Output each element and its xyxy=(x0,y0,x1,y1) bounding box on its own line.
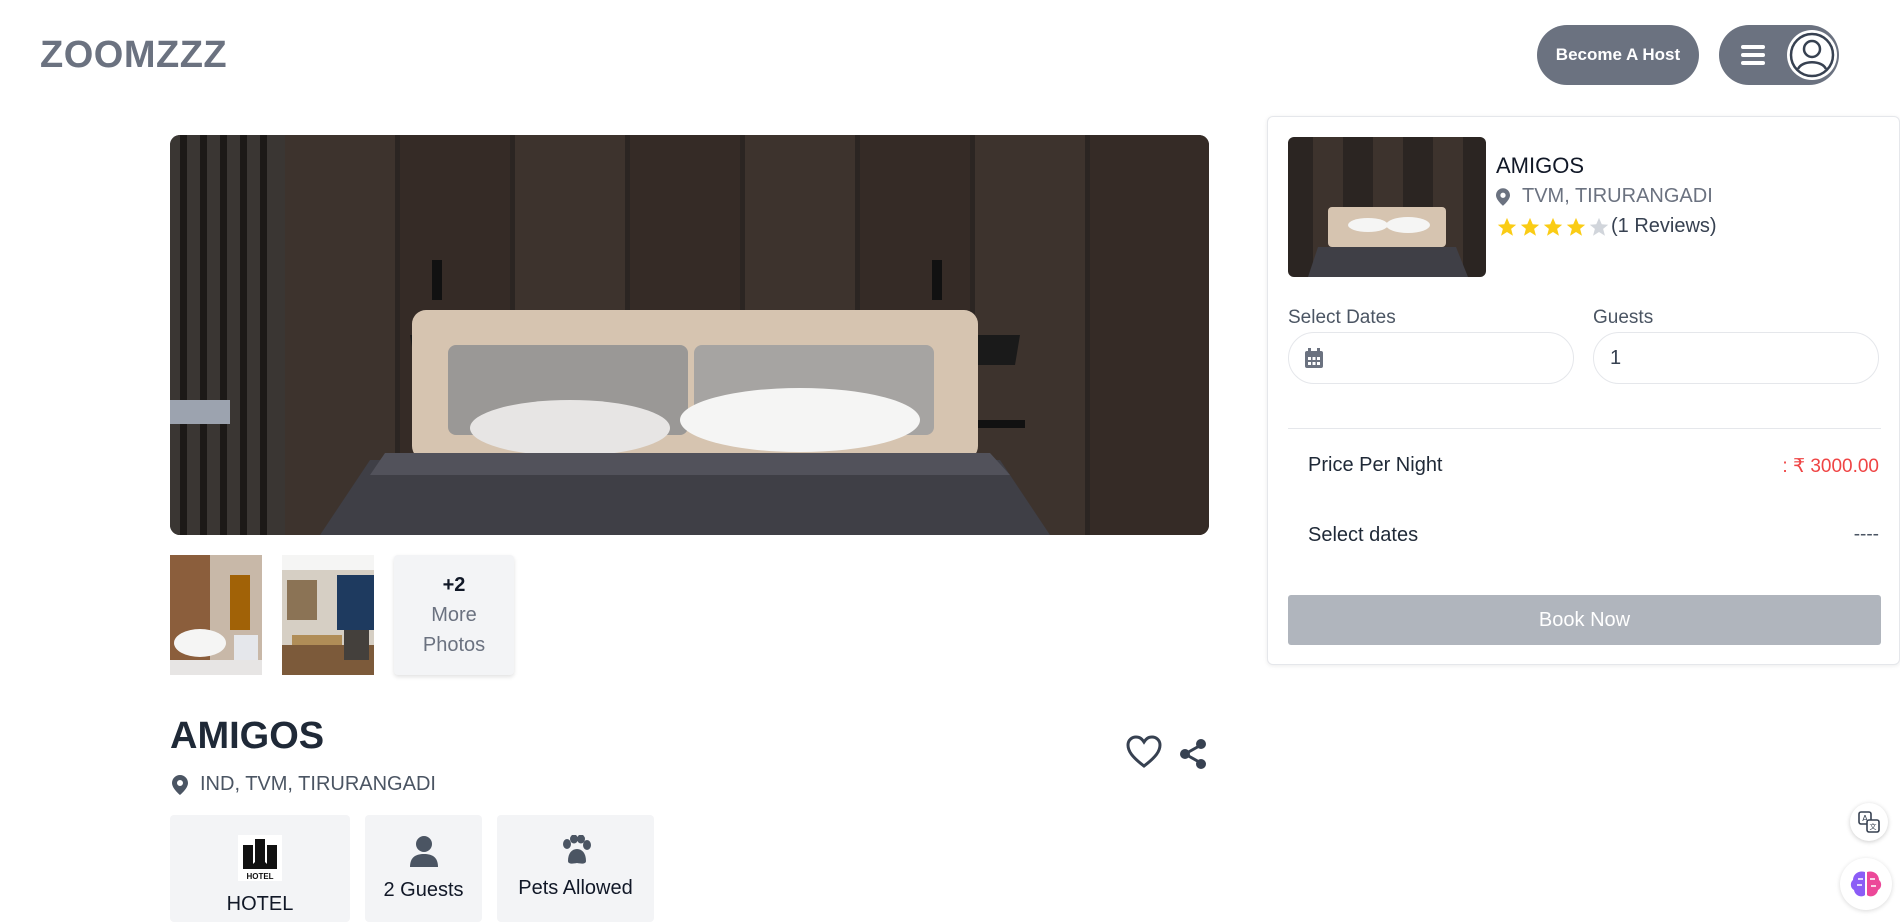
star-icon xyxy=(1543,217,1563,236)
booking-thumbnail xyxy=(1288,137,1486,277)
booking-title: AMIGOS xyxy=(1496,153,1585,178)
star-icon xyxy=(1589,217,1609,236)
gallery-thumbnail[interactable] xyxy=(170,555,262,675)
selected-dates-label: Select dates xyxy=(1308,524,1419,546)
dates-label: Select Dates xyxy=(1288,307,1396,328)
booking-card: AMIGOS TVM, TIRURANGADI (1 Reviews) Sele… xyxy=(1267,116,1900,665)
divider xyxy=(1288,428,1881,429)
become-host-button[interactable]: Become A Host xyxy=(1537,25,1699,85)
location-text: IND, TVM, TIRURANGADI xyxy=(200,773,436,795)
ai-assistant-icon[interactable] xyxy=(1840,858,1892,910)
booking-location-text: TVM, TIRURANGADI xyxy=(1522,185,1713,207)
star-icon xyxy=(1566,217,1586,236)
feature-property-type: HOTEL HOTEL xyxy=(170,815,350,922)
more-photos-label: Photos xyxy=(422,634,486,656)
user-menu-button[interactable] xyxy=(1719,25,1839,85)
booking-location: TVM, TIRURANGADI xyxy=(1496,185,1713,208)
star-icon xyxy=(1520,217,1540,236)
paw-icon xyxy=(562,835,591,864)
user-circle-icon xyxy=(1787,30,1837,80)
hotel-icon: HOTEL xyxy=(238,835,282,881)
heart-icon[interactable] xyxy=(1126,735,1162,774)
logo[interactable]: ZOOMZZZ xyxy=(40,34,227,77)
star-icon xyxy=(1497,217,1517,236)
star-rating xyxy=(1496,216,1610,238)
review-count[interactable]: (1 Reviews) xyxy=(1611,215,1717,238)
gallery-thumbnail[interactable] xyxy=(282,555,374,675)
more-photos-count: +2 xyxy=(442,574,466,596)
date-picker-input[interactable] xyxy=(1288,332,1574,384)
more-photos-label: More xyxy=(431,604,477,626)
guests-input[interactable]: 1 xyxy=(1593,332,1879,384)
calendar-icon xyxy=(1305,348,1323,368)
svg-text:HOTEL: HOTEL xyxy=(246,872,273,881)
feature-label: 2 Guests xyxy=(383,879,464,901)
more-photos-button[interactable]: +2 More Photos xyxy=(394,555,514,675)
price-label: Price Per Night xyxy=(1308,454,1443,476)
feature-guests: 2 Guests xyxy=(365,815,482,922)
feature-label: Pets Allowed xyxy=(518,877,633,899)
price-value: : ₹ 3000.00 xyxy=(1782,456,1879,477)
share-icon[interactable] xyxy=(1178,738,1208,775)
svg-text:文: 文 xyxy=(1870,822,1877,831)
translate-icon[interactable]: A 文 xyxy=(1850,803,1888,841)
listing-title: AMIGOS xyxy=(170,715,325,757)
feature-pets: Pets Allowed xyxy=(497,815,654,922)
rating: (1 Reviews) xyxy=(1496,215,1717,238)
hamburger-icon xyxy=(1741,45,1765,65)
listing-location: IND, TVM, TIRURANGADI xyxy=(172,773,436,796)
map-pin-icon xyxy=(172,774,188,795)
feature-label: HOTEL xyxy=(226,893,294,915)
svg-text:A: A xyxy=(1862,814,1868,823)
selected-dates-value: ---- xyxy=(1853,524,1879,545)
guests-label: Guests xyxy=(1593,307,1654,328)
user-icon xyxy=(409,836,438,867)
main-photo[interactable] xyxy=(170,135,1209,535)
book-now-button[interactable]: Book Now xyxy=(1288,595,1881,645)
map-pin-icon xyxy=(1496,187,1510,206)
